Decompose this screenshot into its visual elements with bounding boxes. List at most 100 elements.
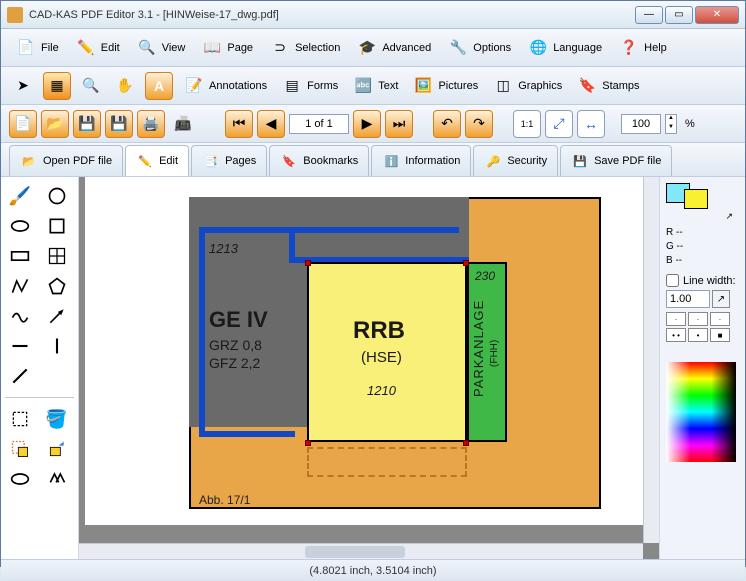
titlebar: CAD-KAS PDF Editor 3.1 - [HINWeise-17_dw… xyxy=(1,1,745,29)
brush-tool[interactable]: 🖌️ xyxy=(5,183,35,209)
transform-tool[interactable] xyxy=(42,436,72,462)
graphics-button[interactable]: ◫Graphics xyxy=(488,73,566,99)
circle-tool[interactable] xyxy=(42,183,72,209)
menu-selection[interactable]: ⊃Selection xyxy=(263,34,346,62)
page-input[interactable] xyxy=(289,114,349,134)
pointer-tool[interactable]: ➤ xyxy=(9,72,37,100)
linewidth-checkbox[interactable] xyxy=(666,274,679,287)
forms-button[interactable]: ▤Forms xyxy=(277,73,342,99)
menu-page[interactable]: 📖Page xyxy=(195,34,259,62)
dash-style-1[interactable]: · xyxy=(666,312,686,326)
linewidth-picker[interactable]: ↗ xyxy=(712,290,730,308)
grid-tool[interactable] xyxy=(42,243,72,269)
arrow-tool[interactable] xyxy=(42,303,72,329)
undo-button[interactable]: ↶ xyxy=(433,110,461,138)
actual-size-button[interactable]: 1:1 xyxy=(513,110,541,138)
graphics-icon: ◫ xyxy=(492,75,514,97)
view-icon: 🔍 xyxy=(136,37,158,59)
dash-styles: · · · • • • ■ xyxy=(666,312,739,342)
linewidth-label: Line width: xyxy=(683,275,736,287)
bg-color-swatch[interactable] xyxy=(684,189,708,209)
dash-style-6[interactable]: ■ xyxy=(710,328,730,342)
saveas-button[interactable]: 💾 xyxy=(105,110,133,138)
next-page-button[interactable]: ▶ xyxy=(353,110,381,138)
maximize-button[interactable]: ▭ xyxy=(665,6,693,24)
annotations-icon: 📝 xyxy=(183,75,205,97)
polygon-tool[interactable] xyxy=(42,273,72,299)
vertical-scrollbar[interactable] xyxy=(643,177,659,543)
tab-pages[interactable]: 📑Pages xyxy=(191,145,267,176)
minimize-button[interactable]: — xyxy=(635,6,663,24)
info-icon: ℹ️ xyxy=(382,152,400,170)
vline-tool[interactable] xyxy=(42,333,72,359)
select-shape-tool[interactable] xyxy=(5,436,35,462)
text-button[interactable]: 🔤Text xyxy=(348,73,402,99)
hand-tool[interactable]: ✋ xyxy=(111,72,139,100)
pictures-button[interactable]: 🖼️Pictures xyxy=(408,73,482,99)
color-spectrum[interactable] xyxy=(666,362,736,462)
zoom-input[interactable] xyxy=(621,114,661,134)
tab-information[interactable]: ℹ️Information xyxy=(371,145,471,176)
menu-view[interactable]: 🔍View xyxy=(130,34,192,62)
new-button[interactable]: 📄 xyxy=(9,110,37,138)
fit-width-button[interactable]: ↔ xyxy=(577,110,605,138)
marquee-tool[interactable] xyxy=(5,406,35,432)
annotations-button[interactable]: 📝Annotations xyxy=(179,73,271,99)
fill-tool[interactable]: 🪣 xyxy=(42,406,72,432)
blank-tool xyxy=(42,363,72,389)
close-button[interactable]: ✕ xyxy=(695,6,739,24)
figure-caption: Abb. 17/1 xyxy=(199,493,250,507)
tab-bookmarks[interactable]: 🔖Bookmarks xyxy=(269,145,369,176)
scan-button[interactable]: 📠 xyxy=(169,110,197,138)
toolbar-modes: ➤ ▦ 🔍 ✋ A 📝Annotations ▤Forms 🔤Text 🖼️Pi… xyxy=(1,67,745,105)
text-tool[interactable]: A xyxy=(145,72,173,100)
hline-tool[interactable] xyxy=(5,333,35,359)
menu-advanced[interactable]: 🎓Advanced xyxy=(350,34,437,62)
select-tool[interactable]: ▦ xyxy=(43,72,71,100)
zoom-tool[interactable]: 🔍 xyxy=(77,72,105,100)
ellipse-tool[interactable] xyxy=(5,213,35,239)
chevrons-tool[interactable] xyxy=(42,466,72,492)
square-tool[interactable] xyxy=(42,213,72,239)
menu-options[interactable]: 🔧Options xyxy=(441,34,517,62)
stamps-button[interactable]: 🔖Stamps xyxy=(572,73,643,99)
bookmarks-icon: 🔖 xyxy=(280,152,298,170)
menu-file[interactable]: 📄File xyxy=(9,34,65,62)
menu-edit[interactable]: ✏️Edit xyxy=(69,34,126,62)
dash-style-5[interactable]: • xyxy=(688,328,708,342)
open-button[interactable]: 📂 xyxy=(41,110,69,138)
curve-tool[interactable] xyxy=(5,303,35,329)
drawing-tools: 🖌️ 🪣 xyxy=(1,177,79,559)
menu-help[interactable]: ❓Help xyxy=(612,34,673,62)
document-canvas[interactable]: 1213 GE IV GRZ 0,8 GFZ 2,2 RRB (HSE) 121… xyxy=(85,177,643,525)
dash-style-4[interactable]: • • xyxy=(666,328,686,342)
rect-tool[interactable] xyxy=(5,243,35,269)
edit-tab-icon: ✏️ xyxy=(136,152,154,170)
statusbar: (4.8021 inch, 3.5104 inch) xyxy=(1,559,745,581)
tab-edit[interactable]: ✏️Edit xyxy=(125,145,189,176)
tab-security[interactable]: 🔑Security xyxy=(473,145,558,176)
tab-save[interactable]: 💾Save PDF file xyxy=(560,145,672,176)
save-icon: 💾 xyxy=(571,152,589,170)
menubar: 📄File ✏️Edit 🔍View 📖Page ⊃Selection 🎓Adv… xyxy=(1,29,745,67)
pages-icon: 📑 xyxy=(202,152,220,170)
print-button[interactable]: 🖨️ xyxy=(137,110,165,138)
first-page-button[interactable]: ⏮ xyxy=(225,110,253,138)
linewidth-input[interactable] xyxy=(666,290,710,308)
dash-style-3[interactable]: · xyxy=(710,312,730,326)
dash-style-2[interactable]: · xyxy=(688,312,708,326)
fit-page-button[interactable]: ⤢ xyxy=(545,110,573,138)
selection-icon: ⊃ xyxy=(269,37,291,59)
polyline-tool[interactable] xyxy=(5,273,35,299)
menu-language[interactable]: 🌐Language xyxy=(521,34,608,62)
ellipse2-tool[interactable] xyxy=(5,466,35,492)
tab-open[interactable]: 📂Open PDF file xyxy=(9,145,123,176)
redo-button[interactable]: ↷ xyxy=(465,110,493,138)
prev-page-button[interactable]: ◀ xyxy=(257,110,285,138)
advanced-icon: 🎓 xyxy=(356,37,378,59)
pictures-icon: 🖼️ xyxy=(412,75,434,97)
line-tool[interactable] xyxy=(5,363,35,389)
save-button[interactable]: 💾 xyxy=(73,110,101,138)
horizontal-scrollbar[interactable] xyxy=(79,543,643,559)
last-page-button[interactable]: ⏭ xyxy=(385,110,413,138)
